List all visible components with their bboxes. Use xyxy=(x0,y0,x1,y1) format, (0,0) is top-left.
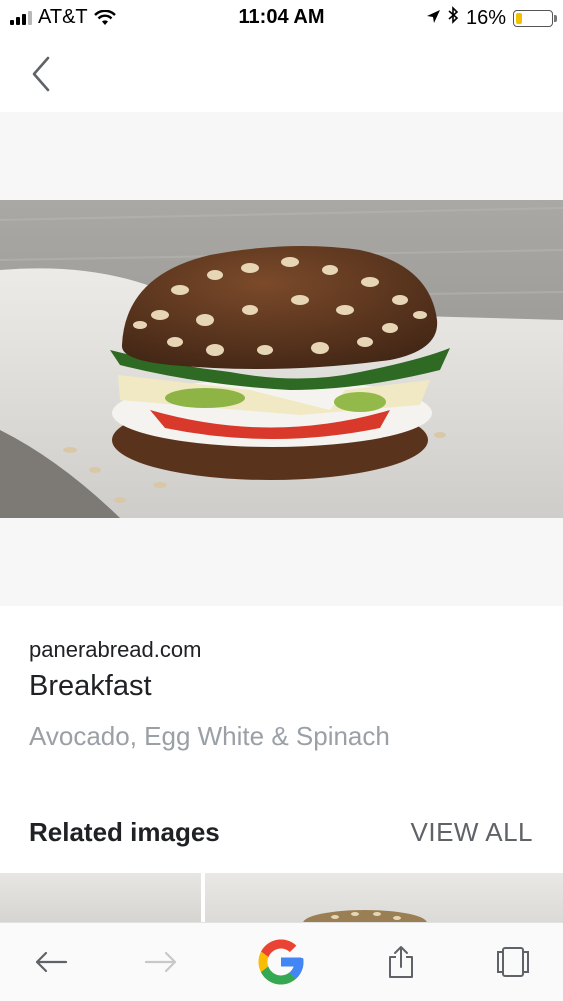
battery-fill xyxy=(516,12,523,24)
share-icon xyxy=(389,946,413,978)
back-nav-button[interactable] xyxy=(26,937,76,987)
source-domain[interactable]: panerabread.com xyxy=(29,637,201,663)
google-home-button[interactable] xyxy=(253,937,309,987)
back-button[interactable] xyxy=(24,52,60,96)
related-images-strip xyxy=(0,873,563,923)
view-all-button[interactable]: VIEW ALL xyxy=(411,817,534,848)
battery-icon xyxy=(513,9,557,27)
status-bar: AT&T 11:04 AM 16% xyxy=(0,0,563,36)
related-sandwich-image xyxy=(303,910,427,923)
bluetooth-icon xyxy=(448,6,459,30)
result-title[interactable]: Breakfast xyxy=(29,670,152,703)
google-logo-icon xyxy=(258,939,304,985)
image-viewer[interactable] xyxy=(0,112,563,606)
related-images-heading: Related images xyxy=(29,817,220,847)
battery-percent: 16% xyxy=(465,6,506,29)
share-button[interactable] xyxy=(376,937,426,987)
related-image-thumbnail[interactable] xyxy=(205,873,563,923)
status-right: 16% xyxy=(426,6,557,30)
back-arrow-icon xyxy=(35,951,68,973)
tabs-button[interactable] xyxy=(488,937,538,987)
location-arrow-icon xyxy=(426,7,441,30)
related-image-thumbnail[interactable] xyxy=(0,873,201,923)
result-subtitle: Avocado, Egg White & Spinach xyxy=(29,721,390,751)
tabs-icon xyxy=(497,947,529,977)
chevron-left-icon xyxy=(32,56,50,92)
bottom-toolbar xyxy=(0,922,563,1001)
forward-arrow-icon xyxy=(144,951,177,973)
forward-nav-button[interactable] xyxy=(136,937,186,987)
sandwich-photo[interactable] xyxy=(0,200,563,518)
